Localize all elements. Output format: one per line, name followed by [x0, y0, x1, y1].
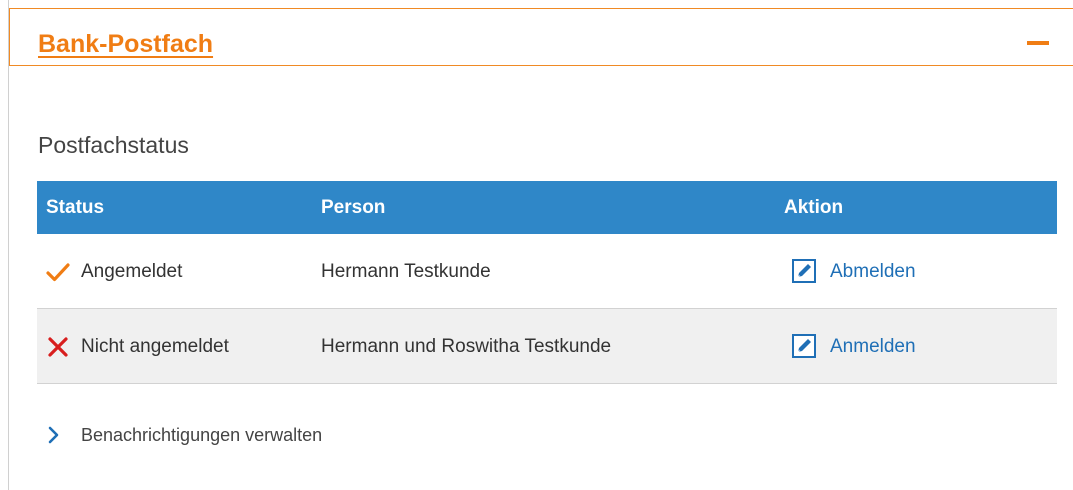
status-text: Nicht angemeldet [81, 336, 229, 357]
panel-title-link[interactable]: Bank-Postfach [38, 29, 213, 59]
bank-postfach-panel: Bank-Postfach Postfachstatus Status Pers… [8, 0, 1073, 490]
action-label[interactable]: Anmelden [830, 309, 916, 384]
table-row: Angemeldet Hermann Testkunde Abmelden [37, 234, 1057, 309]
action-label[interactable]: Abmelden [830, 234, 916, 309]
table-row: Nicht angemeldet Hermann und Roswitha Te… [37, 309, 1057, 384]
person-name: Hermann Testkunde [321, 261, 491, 282]
status-text: Angemeldet [81, 261, 183, 282]
column-header-person: Person [321, 197, 386, 218]
cross-icon [48, 337, 68, 357]
checkmark-icon [46, 263, 70, 282]
section-title: Postfachstatus [38, 132, 189, 158]
table-header: Status Person Aktion [37, 181, 1057, 234]
postfach-status-table: Status Person Aktion Angemeldet Hermann … [37, 181, 1057, 384]
person-name: Hermann und Roswitha Testkunde [321, 336, 612, 357]
chevron-right-icon [48, 426, 59, 444]
panel-header: Bank-Postfach [9, 8, 1073, 66]
link-label[interactable]: Benachrichtigungen verwalten [81, 423, 322, 447]
minus-icon[interactable] [1027, 32, 1049, 54]
column-header-aktion: Aktion [784, 197, 844, 218]
edit-icon [792, 334, 816, 358]
edit-icon [792, 259, 816, 283]
column-header-status: Status [46, 197, 105, 218]
